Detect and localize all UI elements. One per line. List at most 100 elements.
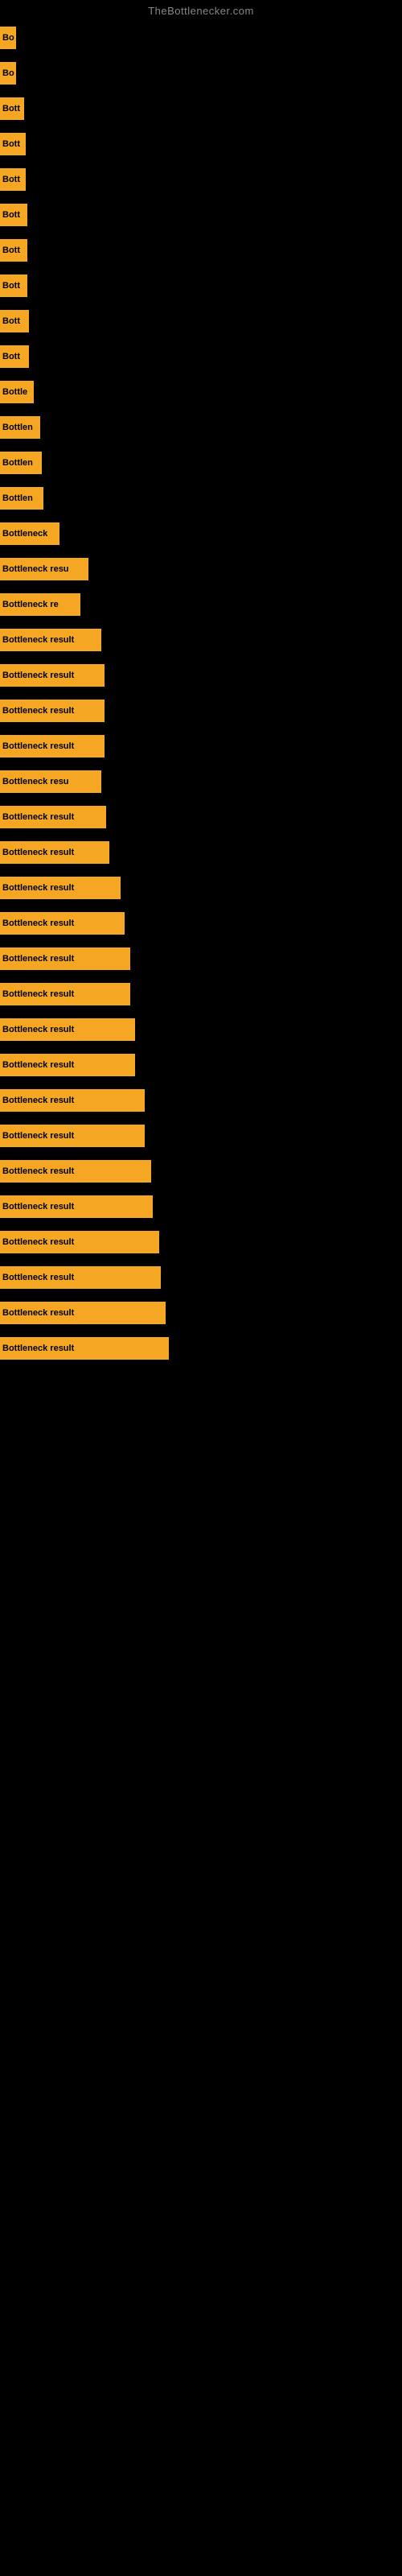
bar-item: Bott: [0, 168, 26, 191]
bar-label: Bo: [2, 68, 14, 78]
bar-row: Bott: [0, 197, 402, 233]
bar-label: Bottle: [2, 387, 27, 397]
bar-item: Bo: [0, 27, 16, 49]
bar-label: Bottleneck result: [2, 1202, 74, 1212]
bar-label: Bottleneck result: [2, 919, 74, 928]
bar-row: Bottleneck result: [0, 729, 402, 764]
bar-label: Bottleneck result: [2, 1273, 74, 1282]
bar-label: Bottleneck result: [2, 1025, 74, 1034]
bar-row: Bottleneck: [0, 516, 402, 551]
bar-label: Bottleneck result: [2, 635, 74, 645]
bar-row: Bott: [0, 339, 402, 374]
bar-item: Bottlen: [0, 452, 42, 474]
bar-item: Bottleneck result: [0, 912, 125, 935]
bar-row: Bottleneck result: [0, 1083, 402, 1118]
bar-row: Bottleneck result: [0, 1047, 402, 1083]
bar-label: Bo: [2, 33, 14, 43]
bar-item: Bottleneck result: [0, 841, 109, 864]
bar-label: Bott: [2, 104, 20, 114]
bar-row: Bo: [0, 56, 402, 91]
bar-row: Bottleneck result: [0, 1224, 402, 1260]
bar-row: Bottleneck result: [0, 1154, 402, 1189]
bar-item: Bott: [0, 345, 29, 368]
bar-label: Bott: [2, 139, 20, 149]
bar-item: Bott: [0, 310, 29, 332]
bar-row: Bott: [0, 126, 402, 162]
bar-row: Bottleneck result: [0, 1295, 402, 1331]
bar-row: Bottleneck result: [0, 1260, 402, 1295]
bar-row: Bottleneck result: [0, 1189, 402, 1224]
bar-item: Bott: [0, 239, 27, 262]
bar-row: Bott: [0, 268, 402, 303]
bar-item: Bottleneck result: [0, 877, 121, 899]
bar-item: Bott: [0, 97, 24, 120]
bar-item: Bottle: [0, 381, 34, 403]
bar-item: Bottleneck result: [0, 735, 105, 758]
bar-item: Bottleneck result: [0, 629, 101, 651]
bar-label: Bottlen: [2, 458, 33, 468]
bar-item: Bottleneck result: [0, 1160, 151, 1183]
bar-row: Bottlen: [0, 410, 402, 445]
bar-label: Bottleneck result: [2, 883, 74, 893]
bar-item: Bottleneck result: [0, 1018, 135, 1041]
bar-label: Bottleneck result: [2, 1308, 74, 1318]
bar-row: Bottleneck result: [0, 1331, 402, 1366]
bar-label: Bottleneck: [2, 529, 47, 539]
bar-row: Bottleneck resu: [0, 764, 402, 799]
bar-item: Bottleneck result: [0, 947, 130, 970]
bar-item: Bott: [0, 133, 26, 155]
bar-item: Bottleneck resu: [0, 770, 101, 793]
bar-row: Bo: [0, 20, 402, 56]
bar-row: Bottleneck result: [0, 906, 402, 941]
bar-item: Bottleneck result: [0, 700, 105, 722]
bar-label: Bottleneck result: [2, 741, 74, 751]
bar-row: Bottlen: [0, 481, 402, 516]
bar-label: Bott: [2, 210, 20, 220]
bar-label: Bottlen: [2, 423, 33, 432]
bar-row: Bottleneck result: [0, 622, 402, 658]
bar-label: Bottleneck result: [2, 1237, 74, 1247]
bar-label: Bottleneck result: [2, 812, 74, 822]
bar-item: Bottlen: [0, 487, 43, 510]
bar-item: Bottleneck result: [0, 1195, 153, 1218]
bar-label: Bottleneck result: [2, 1344, 74, 1353]
bar-item: Bottleneck result: [0, 806, 106, 828]
bar-item: Bo: [0, 62, 16, 85]
bar-row: Bottleneck result: [0, 658, 402, 693]
bar-label: Bottleneck result: [2, 706, 74, 716]
bar-row: Bottleneck result: [0, 835, 402, 870]
bar-row: Bottleneck result: [0, 870, 402, 906]
bar-item: Bottleneck resu: [0, 558, 88, 580]
bar-item: Bott: [0, 275, 27, 297]
bar-item: Bottleneck result: [0, 664, 105, 687]
bar-row: Bott: [0, 91, 402, 126]
bar-label: Bottleneck result: [2, 989, 74, 999]
bar-label: Bott: [2, 281, 20, 291]
bar-label: Bottleneck resu: [2, 777, 69, 786]
bar-item: Bottleneck result: [0, 1125, 145, 1147]
bar-row: Bottleneck result: [0, 1118, 402, 1154]
bar-item: Bottleneck: [0, 522, 59, 545]
bar-item: Bottleneck result: [0, 1302, 166, 1324]
bar-label: Bottleneck result: [2, 1166, 74, 1176]
bar-item: Bottleneck result: [0, 1266, 161, 1289]
bar-item: Bottleneck result: [0, 983, 130, 1005]
bar-item: Bottleneck result: [0, 1054, 135, 1076]
bar-label: Bottleneck re: [2, 600, 59, 609]
bar-row: Bottleneck result: [0, 941, 402, 976]
bar-item: Bott: [0, 204, 27, 226]
bar-row: Bottleneck resu: [0, 551, 402, 587]
bar-label: Bottleneck result: [2, 848, 74, 857]
bar-row: Bottleneck result: [0, 1012, 402, 1047]
bar-row: Bottleneck result: [0, 693, 402, 729]
bar-row: Bottle: [0, 374, 402, 410]
bar-row: Bottleneck result: [0, 976, 402, 1012]
bar-label: Bott: [2, 316, 20, 326]
bar-label: Bottleneck result: [2, 954, 74, 964]
bar-item: Bottlen: [0, 416, 40, 439]
bar-label: Bottlen: [2, 493, 33, 503]
bar-item: Bottleneck result: [0, 1089, 145, 1112]
bar-label: Bott: [2, 352, 20, 361]
bar-label: Bott: [2, 246, 20, 255]
bar-label: Bottleneck result: [2, 671, 74, 680]
